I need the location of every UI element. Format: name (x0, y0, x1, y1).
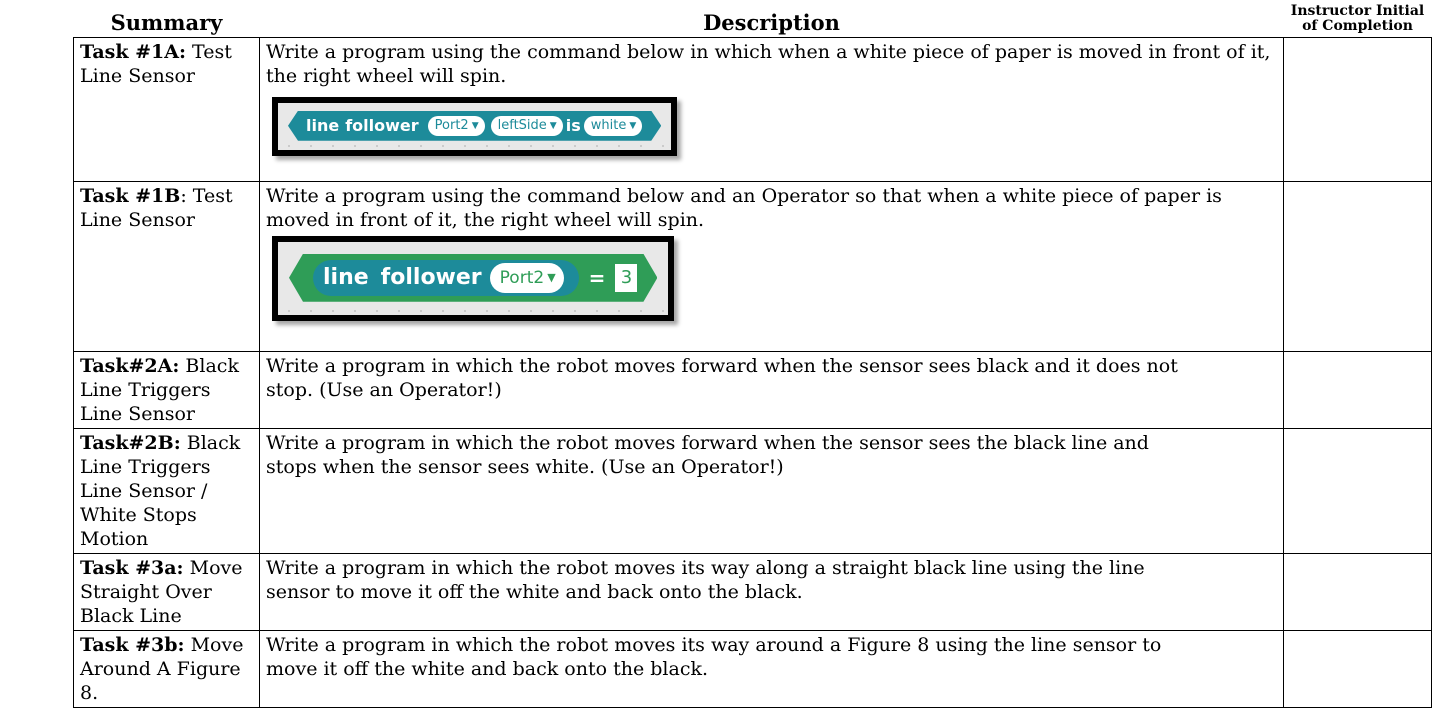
header-row: Summary Description Instructor Initial o… (73, 3, 1432, 38)
equals-operator-block: line follower Port2 ▼ = 3 (289, 254, 657, 302)
description-cell: Write a program using the command below … (259, 36, 1284, 182)
table-row: Task #3b: Move Around A Figure 8. Write … (73, 629, 1432, 708)
port-value: Port2 (499, 267, 545, 288)
dropdown-arrow-icon: ▼ (547, 270, 556, 284)
table-row: Task#2A: Black Line Triggers Line Sensor… (73, 350, 1432, 429)
description-text: Write a program in which the robot moves… (266, 354, 1178, 401)
summary-cell: Task#2B: Black Line Triggers Line Sensor… (73, 427, 260, 554)
task-table: Summary Description Instructor Initial o… (73, 3, 1432, 708)
side-value: leftSide (497, 117, 547, 133)
summary-cell: Task #1A: Test Line Sensor (73, 36, 260, 182)
block-word: follower (345, 115, 419, 135)
instructor-header-line2: of Completion (1302, 18, 1413, 35)
dropdown-arrow-icon: ▼ (549, 120, 557, 131)
line-follower-block: line follower Port2 ▼ leftSide ▼ is white ▼ (288, 111, 661, 141)
grid-dots (278, 308, 669, 313)
description-text: Write a program using the command below … (266, 40, 1271, 87)
summary-cell: Task #3b: Move Around A Figure 8. (73, 629, 260, 708)
task-id: Task #1B (80, 184, 181, 207)
code-block-image: line follower Port2 ▼ leftSide ▼ is white ▼ (272, 96, 678, 156)
port-dropdown: Port2 ▼ (490, 263, 564, 293)
instructor-cell (1283, 552, 1432, 631)
block-word: line (306, 115, 340, 135)
block-word: is (565, 115, 581, 135)
instructor-cell (1283, 36, 1432, 182)
block-frame: line follower Port2 ▼ leftSide ▼ is white ▼ (272, 96, 678, 156)
operator-symbol: = (588, 265, 606, 290)
table-row: Task #3a: Move Straight Over Black Line … (73, 552, 1432, 631)
table-row: Task#2B: Black Line Triggers Line Sensor… (73, 427, 1432, 554)
task-id: Task #3a: (80, 556, 184, 579)
instructor-cell (1283, 427, 1432, 554)
description-text: Write a program in which the robot moves… (266, 633, 1162, 680)
block-word: line (323, 264, 369, 290)
task-id: Task #1A: (80, 40, 187, 63)
block-word: follower (380, 264, 482, 290)
table-row: Task #1B: Test Line Sensor Write a progr… (73, 180, 1432, 352)
summary-cell: Task#2A: Black Line Triggers Line Sensor (73, 350, 260, 429)
block-frame: line follower Port2 ▼ = 3 (272, 235, 675, 321)
description-text: Write a program in which the robot moves… (266, 431, 1149, 478)
instructor-cell (1283, 180, 1432, 352)
grid-dots (278, 143, 672, 148)
instructor-header-line1: Instructor Initial (1290, 3, 1425, 19)
task-id: Task #3b: (80, 633, 185, 656)
dropdown-arrow-icon: ▼ (629, 120, 637, 131)
description-text: Write a program using the command below … (266, 184, 1222, 231)
description-header: Description (259, 4, 1284, 38)
task-id: Task#2A: (80, 354, 180, 377)
instructor-header: Instructor Initial of Completion (1283, 3, 1432, 38)
port-value: Port2 (434, 117, 469, 133)
port-dropdown: Port2 ▼ (428, 116, 485, 136)
instructor-cell (1283, 350, 1432, 429)
description-cell: Write a program in which the robot moves… (259, 552, 1284, 631)
table-row: Task #1A: Test Line Sensor Write a progr… (73, 36, 1432, 182)
line-follower-reporter: line follower Port2 ▼ (313, 260, 579, 296)
value-box: 3 (615, 264, 637, 292)
side-dropdown: leftSide ▼ (491, 116, 563, 136)
instructor-cell (1283, 629, 1432, 708)
task-id: Task#2B: (80, 431, 181, 454)
color-value: white (590, 117, 627, 133)
summary-cell: Task #3a: Move Straight Over Black Line (73, 552, 260, 631)
description-cell: Write a program in which the robot moves… (259, 629, 1284, 708)
description-cell: Write a program using the command below … (259, 180, 1284, 352)
description-text: Write a program in which the robot moves… (266, 556, 1145, 603)
summary-header: Summary (73, 4, 260, 38)
color-dropdown: white ▼ (584, 116, 643, 136)
code-block-image: line follower Port2 ▼ = 3 (272, 235, 675, 321)
summary-cell: Task #1B: Test Line Sensor (73, 180, 260, 352)
description-cell: Write a program in which the robot moves… (259, 350, 1284, 429)
dropdown-arrow-icon: ▼ (471, 120, 479, 131)
description-cell: Write a program in which the robot moves… (259, 427, 1284, 554)
